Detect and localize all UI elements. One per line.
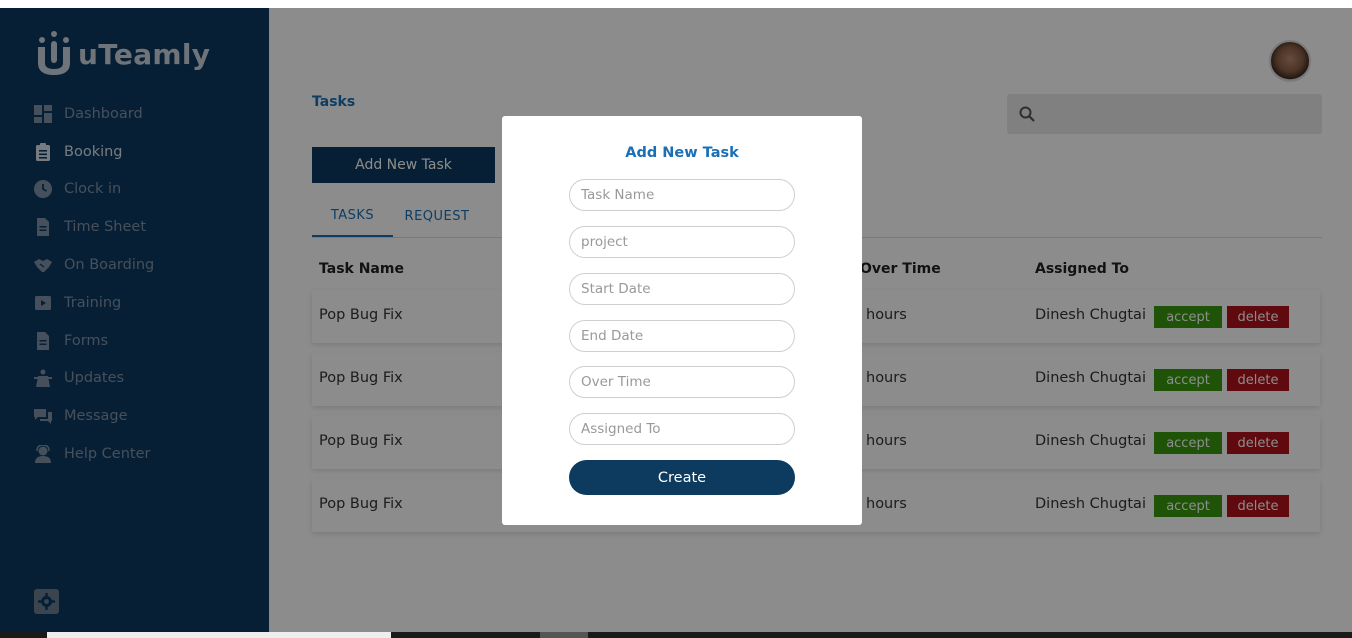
end-date-field[interactable] (569, 320, 795, 352)
top-strip (0, 0, 1352, 8)
taskbar-item[interactable] (540, 632, 588, 638)
over-time-field[interactable] (569, 366, 795, 398)
create-button[interactable]: Create (569, 460, 795, 495)
modal-title: Add New Task (625, 145, 739, 161)
assigned-to-field[interactable] (569, 413, 795, 445)
start-date-field[interactable] (569, 273, 795, 305)
project-field[interactable] (569, 226, 795, 258)
add-task-modal: Add New Task Create (502, 116, 862, 525)
task-name-field[interactable] (569, 179, 795, 211)
taskbar-tab[interactable] (47, 632, 391, 638)
